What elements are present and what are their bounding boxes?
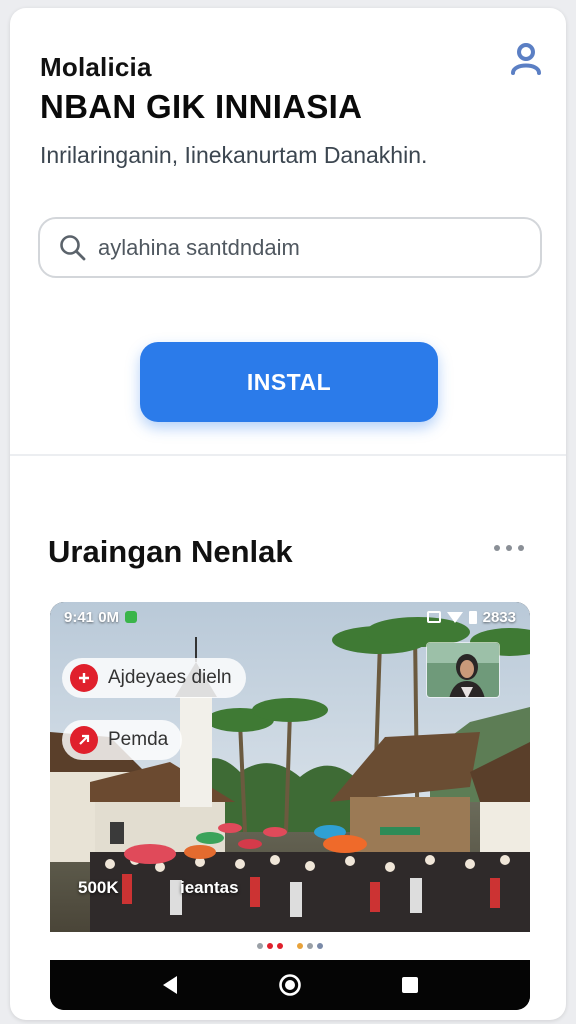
recents-square-icon [402, 977, 418, 993]
brand-name-small: Molalicia [40, 52, 152, 82]
user-icon [511, 43, 541, 75]
feature-chip[interactable]: Pemda [62, 720, 183, 760]
divider [10, 454, 566, 456]
signal-icon [426, 611, 441, 623]
app-screenshot-preview[interactable]: 9:41 0M 2833 Ajdeyaes dieln Pemda 500K i… [50, 602, 530, 1010]
section-title: Uraingan Nenlak [48, 534, 293, 569]
brand-name-large: NBAN GIK INNIASIA [40, 88, 363, 125]
pager-dots-right [297, 943, 323, 949]
video-thumbnail[interactable] [426, 642, 500, 698]
carousel-pager [50, 932, 530, 960]
pager-dots-left [257, 943, 283, 949]
status-time: 9:41 0M [64, 608, 120, 626]
feature-chip[interactable]: Ajdeyaes dieln [62, 658, 246, 698]
install-button[interactable]: INSTAL [140, 342, 438, 422]
presenter-image [427, 643, 499, 697]
battery-icon [468, 610, 477, 624]
app-subtitle: Inrilaringanin, Iinekanurtam Danakhin. [40, 142, 428, 168]
search-icon [60, 234, 86, 260]
home-button[interactable] [270, 965, 310, 1005]
viewer-count: 500K [78, 878, 119, 897]
feature-chip-label: Ajdeyaes dieln [108, 667, 232, 688]
back-button[interactable] [150, 965, 190, 1005]
wifi-icon [446, 611, 463, 623]
plus-icon [70, 664, 98, 692]
feature-chip-label: Pemda [108, 729, 169, 750]
home-circle-icon [279, 974, 301, 996]
status-battery-text: 2833 [482, 608, 516, 626]
app-card: Molalicia NBAN GIK INNIASIA Inrilaringan… [10, 8, 566, 1020]
recents-button[interactable] [390, 965, 430, 1005]
search-bar[interactable] [38, 217, 542, 278]
more-horizontal-icon [494, 545, 500, 551]
overlay-caption: ieantas [180, 878, 239, 897]
profile-button[interactable] [508, 40, 544, 76]
status-bar: 9:41 0M 2833 [50, 602, 530, 632]
android-nav-bar [50, 960, 530, 1010]
notification-icon [125, 611, 138, 623]
back-triangle-icon [163, 976, 177, 994]
search-input[interactable] [98, 234, 518, 261]
more-options-button[interactable] [494, 538, 524, 558]
share-icon [70, 726, 98, 754]
